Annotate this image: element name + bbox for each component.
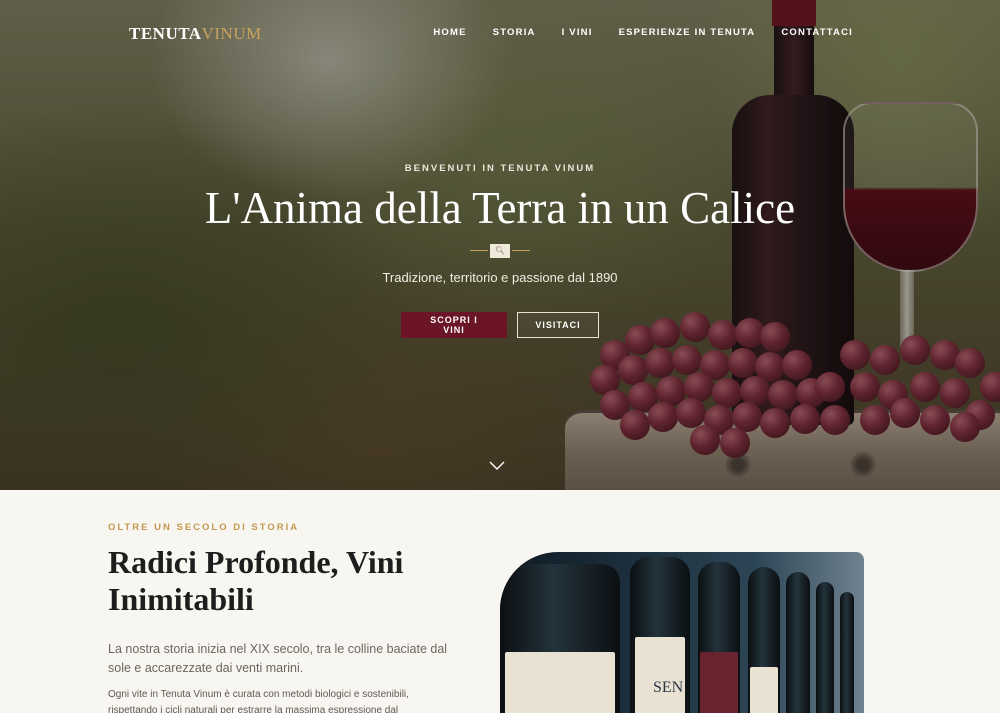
nav-home[interactable]: HOME xyxy=(433,27,466,38)
divider-line-left xyxy=(470,249,488,251)
discover-wines-button[interactable]: SCOPRI I VINI xyxy=(401,311,507,338)
visit-us-button[interactable]: VISITACI xyxy=(517,311,599,338)
story-eyebrow: OLTRE UN SECOLO DI STORIA xyxy=(108,522,300,533)
story-title-line2: Inimitabili xyxy=(108,580,254,617)
story-paragraph-2: Ogni vite in Tenuta Vinum è curata con m… xyxy=(108,689,409,713)
hero-eyebrow: BENVENUTI IN TENUTA VINUM xyxy=(404,163,596,174)
cellar-bottle xyxy=(840,592,854,713)
main-nav: HOME STORIA I VINI ESPERIENZE IN TENUTA … xyxy=(433,27,853,38)
story-title-line1: Radici Profonde, Vini xyxy=(108,544,404,580)
bottle-label xyxy=(700,652,738,713)
cellar-bottle xyxy=(816,582,834,713)
nav-esperienze[interactable]: ESPERIENZE IN TENUTA xyxy=(619,27,756,38)
cellar-bottle xyxy=(786,572,810,713)
chevron-down-icon[interactable] xyxy=(489,458,505,474)
hero-section: TENUTAVINUM HOME STORIA I VINI ESPERIENZ… xyxy=(0,0,1000,490)
story-section: OLTRE UN SECOLO DI STORIA Radici Profond… xyxy=(0,490,1000,713)
bottle-label-text: SEN xyxy=(653,679,684,696)
hero-title: L'Anima della Terra in un Calice xyxy=(204,183,796,233)
hero-content: BENVENUTI IN TENUTA VINUM L'Anima della … xyxy=(0,163,1000,338)
bottle-label xyxy=(750,667,778,713)
hero-subtitle: Tradizione, territorio e passione dal 18… xyxy=(382,269,618,285)
cellar-image: SEN xyxy=(500,552,864,713)
hero-divider: 🔍︎ xyxy=(470,243,530,258)
story-paragraph-1: La nostra storia inizia nel XIX secolo, … xyxy=(108,642,448,676)
brand-name-part1: TENUTA xyxy=(129,24,202,43)
nav-contattaci[interactable]: CONTATTACI xyxy=(781,27,853,38)
divider-line-right xyxy=(512,249,530,251)
brand-name-part2: VINUM xyxy=(201,24,262,43)
bottle-label xyxy=(635,637,685,713)
nav-i-vini[interactable]: I VINI xyxy=(562,27,593,38)
bottle-label xyxy=(505,652,615,713)
magnifier-icon: 🔍︎ xyxy=(490,243,510,258)
hero-buttons: SCOPRI I VINI VISITACI xyxy=(0,311,1000,338)
story-title: Radici Profonde, Vini Inimitabili xyxy=(108,544,468,618)
brand-logo[interactable]: TENUTAVINUM xyxy=(129,24,262,44)
nav-storia[interactable]: STORIA xyxy=(493,27,536,38)
